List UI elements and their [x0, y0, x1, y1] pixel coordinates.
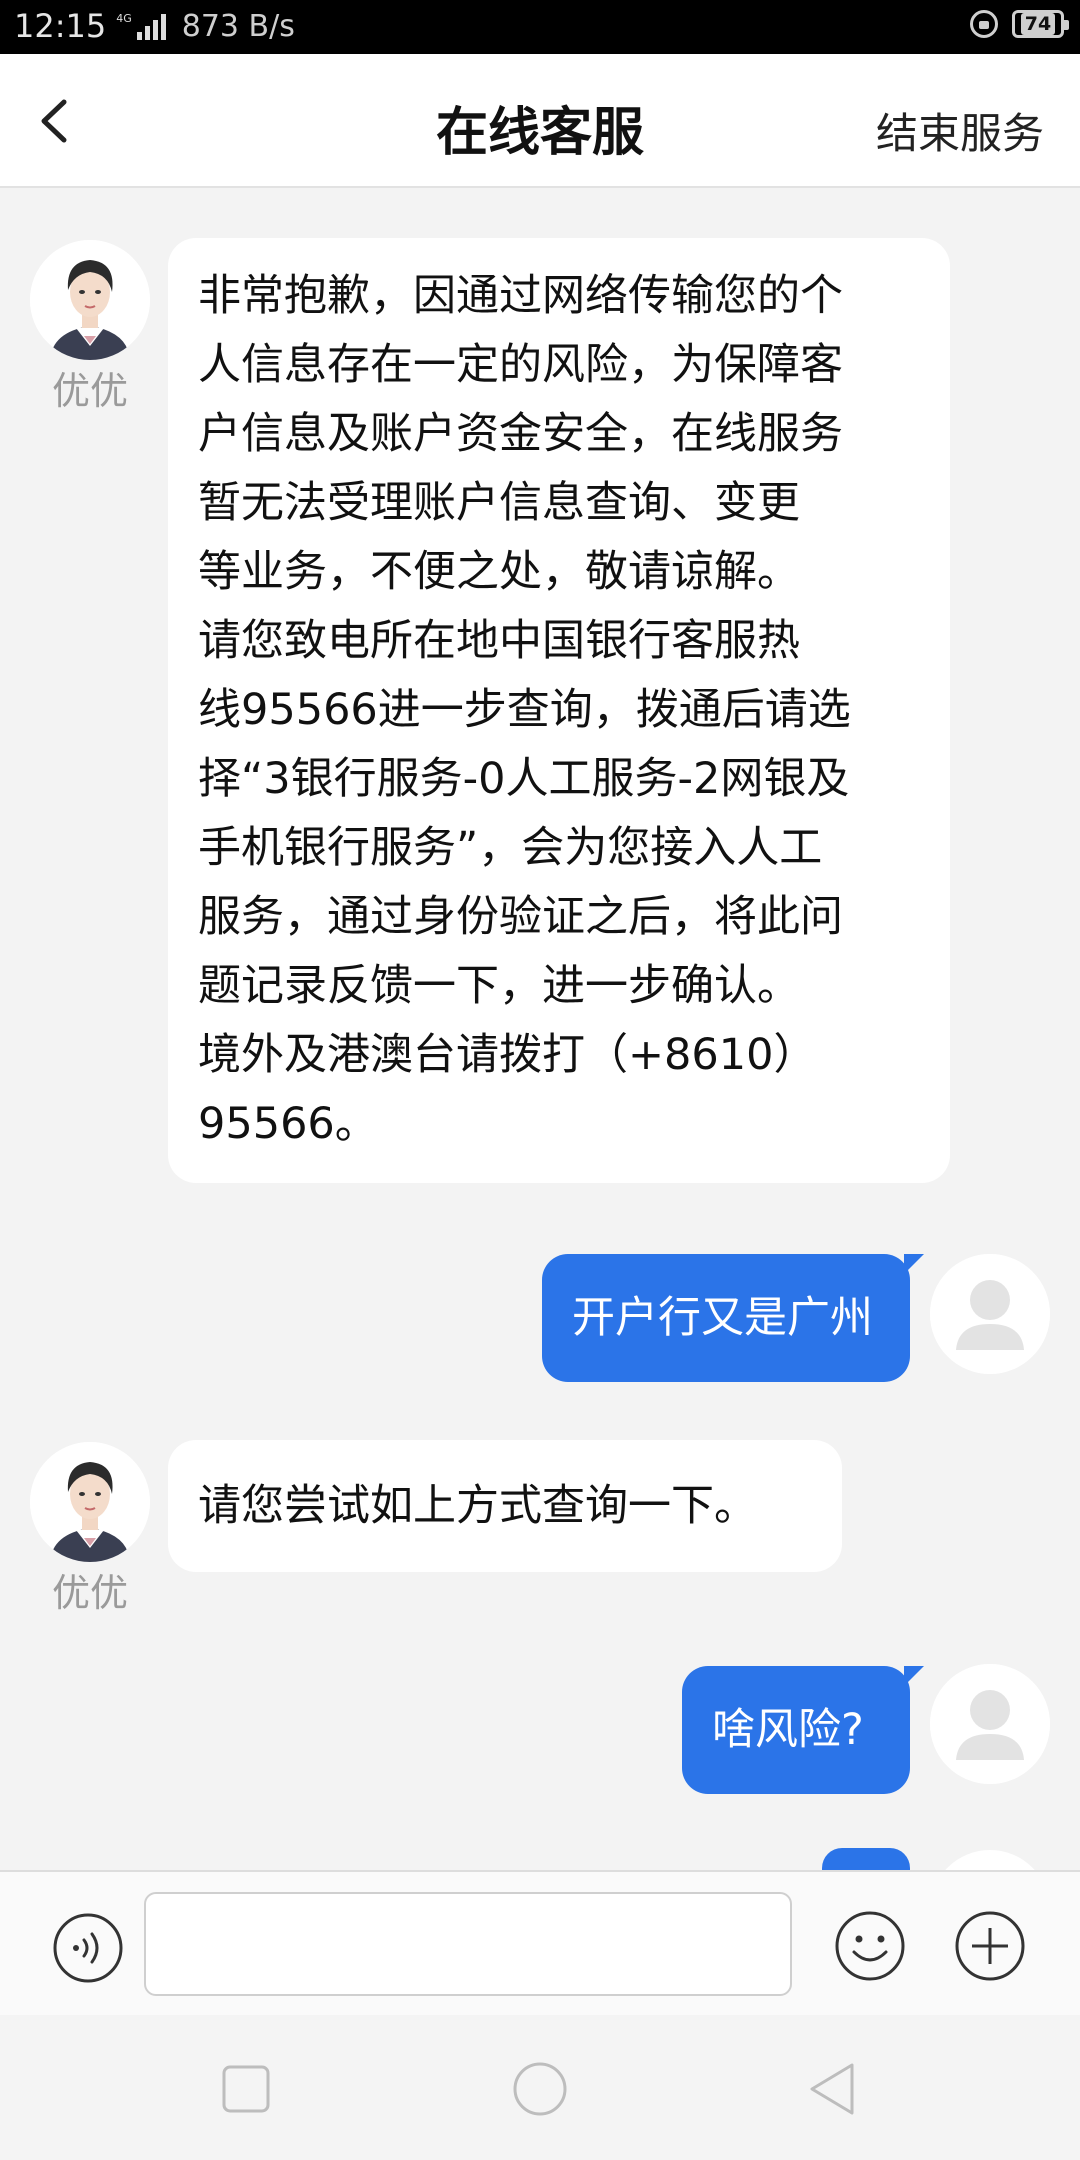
- chat-area[interactable]: 优优 非常抱歉，因通过网络传输您的个 人信息存在一定的风险，为保障客 户信息及账…: [0, 188, 1080, 1870]
- agent-avatar-icon: [30, 1442, 150, 1562]
- rotation-lock-icon: [970, 10, 998, 38]
- message-line: 线95566进一步查询，拨通后请选: [198, 685, 851, 735]
- message-bubble-user-partial: [822, 1848, 910, 1870]
- message-line: 择“3银行服务-0人工服务-2网银及: [198, 754, 850, 804]
- user-avatar[interactable]: [930, 1664, 1050, 1784]
- message-bubble-agent: 请您尝试如上方式查询一下。: [168, 1440, 842, 1572]
- message-text: 啥风险?: [712, 1705, 864, 1755]
- emoji-icon[interactable]: [834, 1910, 906, 1982]
- user-avatar-icon: [930, 1254, 1050, 1374]
- agent-avatar[interactable]: [30, 1442, 150, 1562]
- voice-icon[interactable]: [52, 1912, 124, 1984]
- message-line: 人信息存在一定的风险，为保障客: [198, 340, 843, 390]
- message-line: 等业务，不便之处，敬请谅解。: [198, 547, 800, 597]
- network-speed: 873 B/s: [181, 8, 295, 44]
- end-service-button[interactable]: 结束服务: [876, 100, 1044, 161]
- signal-icon: 4G: [116, 12, 166, 40]
- home-icon[interactable]: [512, 2061, 568, 2117]
- system-nav-bar: [0, 2015, 1080, 2160]
- message-text: 开户行又是广州: [572, 1293, 873, 1343]
- plus-icon[interactable]: [954, 1910, 1026, 1982]
- message-line: 境外及港澳台请拨打（+8610）: [198, 1030, 817, 1080]
- message-line: 服务，通过身份验证之后，将此问: [198, 892, 843, 942]
- message-text: 请您尝试如上方式查询一下。: [198, 1481, 757, 1531]
- user-avatar-partial: [930, 1850, 1050, 1870]
- message-line: 暂无法受理账户信息查询、变更: [198, 478, 800, 528]
- input-bar: [0, 1870, 1080, 2015]
- agent-name: 优优: [51, 1571, 128, 1615]
- message-bubble-user: 啥风险?: [682, 1666, 924, 1794]
- status-time: 12:15: [14, 7, 107, 45]
- battery-level: 74: [1020, 13, 1056, 35]
- back-nav-icon[interactable]: [806, 2061, 862, 2117]
- agent-avatar[interactable]: [30, 240, 150, 360]
- agent-avatar-icon: [30, 240, 150, 360]
- user-avatar[interactable]: [930, 1254, 1050, 1374]
- message-bubble-user: 开户行又是广州: [542, 1254, 924, 1382]
- message-line: 请您致电所在地中国银行客服热: [198, 616, 800, 666]
- message-line: 户信息及账户资金安全，在线服务: [198, 409, 843, 459]
- message-line: 题记录反馈一下，进一步确认。: [198, 961, 800, 1011]
- status-bar: 12:15 4G 873 B/s 74: [0, 0, 1080, 54]
- user-avatar-icon: [930, 1664, 1050, 1784]
- agent-name: 优优: [51, 369, 128, 413]
- message-line: 手机银行服务”，会为您接入人工: [198, 823, 823, 873]
- app-header: 在线客服 结束服务: [0, 54, 1080, 188]
- message-bubble-agent: 非常抱歉，因通过网络传输您的个 人信息存在一定的风险，为保障客 户信息及账户资金…: [168, 238, 950, 1183]
- message-line: 95566。: [198, 1099, 378, 1149]
- network-type: 4G: [116, 12, 132, 25]
- battery-icon: 74: [1012, 10, 1069, 38]
- recent-apps-icon[interactable]: [218, 2061, 274, 2117]
- message-line: 非常抱歉，因通过网络传输您的个: [198, 271, 843, 321]
- message-input[interactable]: [144, 1892, 792, 1996]
